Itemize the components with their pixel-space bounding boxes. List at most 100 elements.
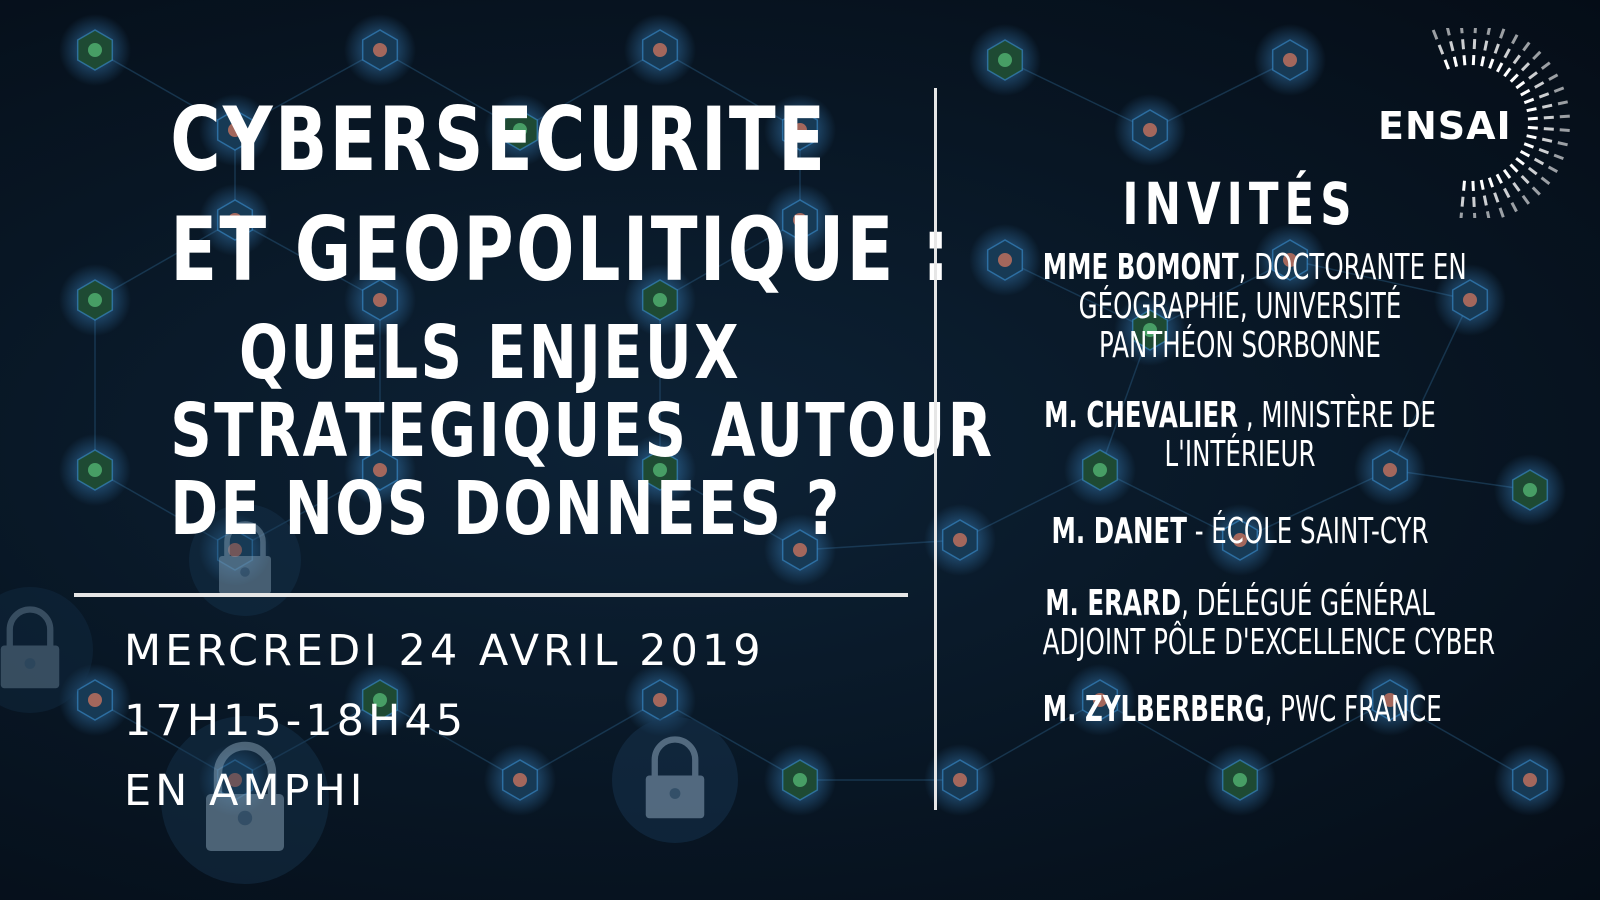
guest-detail: , PWC FRANCE (1264, 689, 1442, 730)
logo-dash (1533, 157, 1545, 166)
logo-dash (1479, 179, 1485, 190)
logo-dash (1487, 177, 1495, 188)
logo-dash (1528, 71, 1538, 80)
logo-dash (1531, 186, 1541, 196)
logo-dash (1526, 107, 1537, 113)
logo-dash (1532, 50, 1542, 61)
logo-dash (1515, 80, 1526, 90)
logo-dash (1498, 207, 1505, 218)
padlock-keyhole (240, 567, 250, 577)
guest-name: M. ZYLBERBERG (1042, 689, 1265, 730)
logo-dash (1482, 195, 1488, 206)
horizontal-divider (74, 593, 908, 597)
logo-dash (1510, 202, 1518, 213)
logo-dash (1472, 39, 1477, 50)
node-core (998, 53, 1012, 67)
guest-name: M. ERARD (1045, 583, 1182, 624)
event-time: 17H15-18H45 (124, 696, 468, 746)
logo-dash (1540, 176, 1551, 185)
logo-dash (1538, 147, 1550, 155)
logo-dash (1509, 163, 1519, 173)
logo-dash (1522, 41, 1531, 52)
logo-dash (1483, 40, 1489, 51)
logo-dash (1486, 28, 1491, 36)
logo-dash (1460, 28, 1464, 34)
logo-dash (1559, 128, 1570, 132)
logo-dash (1547, 165, 1559, 174)
logo-dash (1538, 92, 1550, 99)
logo-dash (1541, 137, 1553, 143)
logo-dash (1503, 48, 1511, 59)
logo-dash (1543, 115, 1554, 120)
title-line-3: QUELS ENJEUX (239, 310, 741, 396)
node-core (953, 533, 967, 547)
logo-dash (1527, 125, 1538, 130)
guest-item: M. CHEVALIER , MINISTÈRE DE L'INTÉRIEUR (1043, 396, 1437, 474)
logo-dash (1461, 39, 1465, 50)
title-line-1: CYBERSECURITE (170, 88, 828, 191)
logo-dash (1515, 157, 1525, 166)
title-line-2: ET GEOPOLITIQUE : (170, 198, 952, 301)
padlock-keyhole (24, 658, 36, 669)
logo-dash (1519, 149, 1531, 158)
guest-item: M. ERARD, DÉLÉGUÉ GÉNÉRAL ADJOINT PÔLE D… (1043, 583, 1495, 662)
logo-dash (1449, 40, 1455, 52)
logo-dash (1526, 134, 1537, 140)
logo-dash (1495, 173, 1503, 184)
logo-dash (1521, 194, 1531, 205)
logo-dash (1527, 166, 1538, 176)
logo-dash (1512, 182, 1521, 192)
guest-item: M. ZYLBERBERG, PWC FRANCE (1042, 689, 1442, 730)
logo-dash (1471, 180, 1475, 191)
guest-item: MME BOMONT, DOCTORANTE EN GÉOGRAPHIE, UN… (1043, 248, 1467, 365)
logo-dash (1553, 153, 1564, 161)
logo-dash (1502, 169, 1512, 179)
node-core (373, 43, 387, 57)
node-core (653, 43, 667, 57)
logo-dash (1553, 86, 1565, 93)
guest-detail: , MINISTÈRE DE (1238, 395, 1436, 436)
logo-dash (1520, 62, 1531, 72)
logo-dash (1446, 28, 1451, 36)
event-date: MERCREDI 24 AVRIL 2019 (124, 626, 765, 676)
logo-dash (1485, 211, 1491, 218)
node-core (1523, 773, 1537, 787)
title-line-5: DE NOS DONNEES ? (170, 466, 842, 552)
logo-dash (1443, 59, 1450, 70)
logo-dash (1557, 141, 1568, 147)
logo-dash (1495, 62, 1504, 73)
node-core (998, 253, 1012, 267)
guest-detail: L'INTÉRIEUR (1164, 434, 1316, 475)
logo-dash (1523, 97, 1535, 105)
event-place: EN AMPHI (124, 766, 367, 816)
node-core (793, 773, 807, 787)
logo-dash (1437, 44, 1445, 55)
logo-dash (1471, 55, 1476, 66)
logo-dash (1493, 192, 1500, 203)
logo-dash (1540, 61, 1551, 70)
logo-dash (1534, 81, 1545, 89)
node-core (1143, 123, 1157, 137)
node-core (953, 773, 967, 787)
node-core (88, 693, 102, 707)
node-core (88, 293, 102, 307)
logo-dash (1512, 54, 1522, 65)
logo-dash (1473, 28, 1477, 34)
logo-dash (1462, 180, 1466, 191)
logo-dash (1488, 58, 1495, 69)
logo-dash (1499, 28, 1506, 39)
node-core (1233, 773, 1247, 787)
padlock-keyhole (669, 788, 681, 799)
guest-detail: ADJOINT PÔLE D'EXCELLENCE CYBER (1042, 622, 1495, 663)
node-core (1523, 483, 1537, 497)
node-core (88, 43, 102, 57)
logo-dash (1559, 114, 1570, 119)
node-core (88, 463, 102, 477)
vertical-divider (934, 88, 937, 810)
guest-detail: - ÉCOLE SAINT-CYR (1186, 511, 1429, 552)
node-core (1463, 293, 1477, 307)
logo-dash (1548, 73, 1559, 81)
guest-item: M. DANET - ÉCOLE SAINT-CYR (1043, 512, 1437, 551)
logo-dash (1527, 116, 1538, 121)
node-core (513, 773, 527, 787)
